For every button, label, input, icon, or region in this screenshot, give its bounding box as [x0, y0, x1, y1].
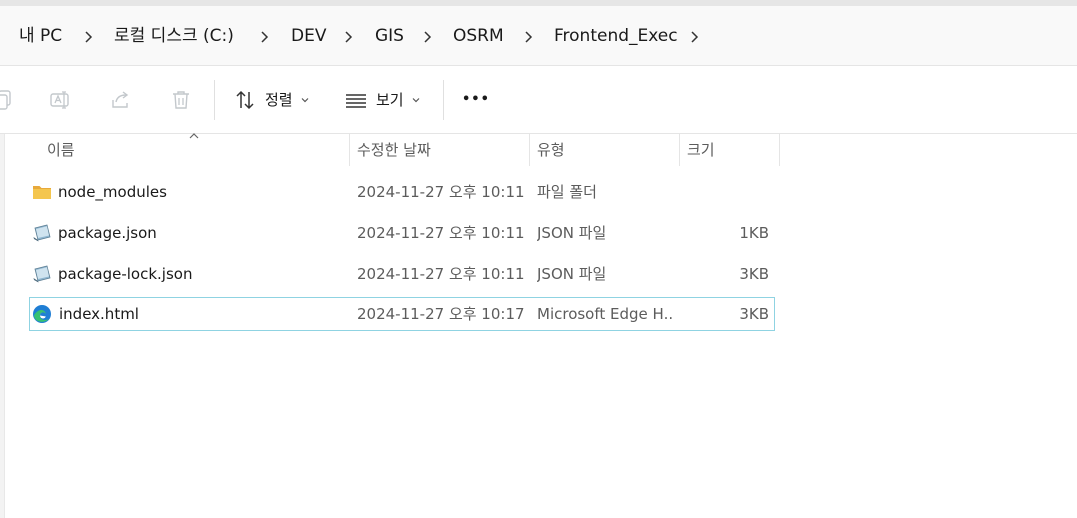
- breadcrumb-item-osrm[interactable]: OSRM: [453, 24, 504, 48]
- file-row-index-html[interactable]: index.html 2024-11-27 오후 10:17 Microsoft…: [29, 297, 775, 331]
- breadcrumb-item-dev[interactable]: DEV: [291, 24, 326, 48]
- json-file-icon: [33, 265, 51, 283]
- breadcrumb[interactable]: 내 PC 로컬 디스크 (C:) DEV GIS OSRM Frontend_E…: [0, 6, 1077, 66]
- share-icon[interactable]: [109, 88, 133, 112]
- file-size: 3KB: [739, 305, 769, 323]
- folder-icon: [33, 186, 51, 199]
- file-name: package.json: [58, 224, 157, 242]
- file-row-package-json[interactable]: package.json 2024-11-27 오후 10:11 JSON 파일…: [29, 216, 775, 250]
- column-header-name[interactable]: 이름: [47, 134, 75, 166]
- edge-html-icon: [33, 305, 51, 323]
- breadcrumb-item-this-pc[interactable]: 내 PC: [19, 24, 62, 48]
- breadcrumb-item-gis[interactable]: GIS: [375, 24, 404, 48]
- breadcrumb-item-local-disk[interactable]: 로컬 디스크 (C:): [114, 24, 234, 48]
- rename-icon[interactable]: [48, 88, 72, 112]
- column-header-type[interactable]: 유형: [537, 134, 565, 166]
- breadcrumb-item-frontend-exec[interactable]: Frontend_Exec: [554, 24, 678, 48]
- chevron-right-icon[interactable]: [342, 25, 356, 49]
- column-divider[interactable]: [779, 134, 780, 166]
- file-row-package-lock-json[interactable]: package-lock.json 2024-11-27 오후 10:11 JS…: [29, 257, 775, 291]
- json-file-icon: [33, 224, 51, 242]
- sort-ascending-icon: [189, 133, 199, 139]
- toolbar-divider: [214, 80, 215, 120]
- file-date: 2024-11-27 오후 10:11: [357, 183, 525, 201]
- chevron-right-icon[interactable]: [258, 25, 272, 49]
- chevron-right-icon[interactable]: [522, 25, 536, 49]
- file-size: 3KB: [739, 265, 769, 283]
- file-date: 2024-11-27 오후 10:11: [357, 224, 525, 242]
- sort-icon[interactable]: [233, 88, 257, 112]
- column-divider[interactable]: [349, 134, 350, 166]
- chevron-down-icon[interactable]: [410, 94, 422, 106]
- column-divider[interactable]: [679, 134, 680, 166]
- file-name: index.html: [59, 305, 139, 323]
- navigation-pane-edge: [0, 134, 5, 518]
- file-date: 2024-11-27 오후 10:17: [357, 305, 525, 323]
- view-list-icon[interactable]: [344, 88, 368, 112]
- chevron-right-icon[interactable]: [82, 25, 96, 49]
- sort-button[interactable]: 정렬: [265, 88, 293, 112]
- chevron-right-icon[interactable]: [688, 25, 702, 49]
- command-bar: 정렬 보기 •••: [0, 66, 1077, 134]
- file-type: 파일 폴더: [537, 183, 597, 201]
- column-header-date[interactable]: 수정한 날짜: [357, 134, 431, 166]
- chevron-down-icon[interactable]: [299, 94, 311, 106]
- delete-icon[interactable]: [169, 88, 193, 112]
- file-row-node-modules[interactable]: node_modules 2024-11-27 오후 10:11 파일 폴더: [29, 175, 775, 209]
- column-divider[interactable]: [529, 134, 530, 166]
- file-date: 2024-11-27 오후 10:11: [357, 265, 525, 283]
- file-size: 1KB: [739, 224, 769, 242]
- file-type: JSON 파일: [537, 265, 607, 283]
- toolbar-divider: [443, 80, 444, 120]
- file-type: JSON 파일: [537, 224, 607, 242]
- chevron-right-icon[interactable]: [421, 25, 435, 49]
- view-button[interactable]: 보기: [376, 88, 404, 112]
- copy-icon[interactable]: [0, 88, 16, 112]
- file-name: package-lock.json: [58, 265, 193, 283]
- more-options-button[interactable]: •••: [462, 88, 490, 112]
- column-header-size[interactable]: 크기: [687, 134, 715, 166]
- file-name: node_modules: [58, 183, 167, 201]
- file-type: Microsoft Edge H...: [537, 305, 673, 323]
